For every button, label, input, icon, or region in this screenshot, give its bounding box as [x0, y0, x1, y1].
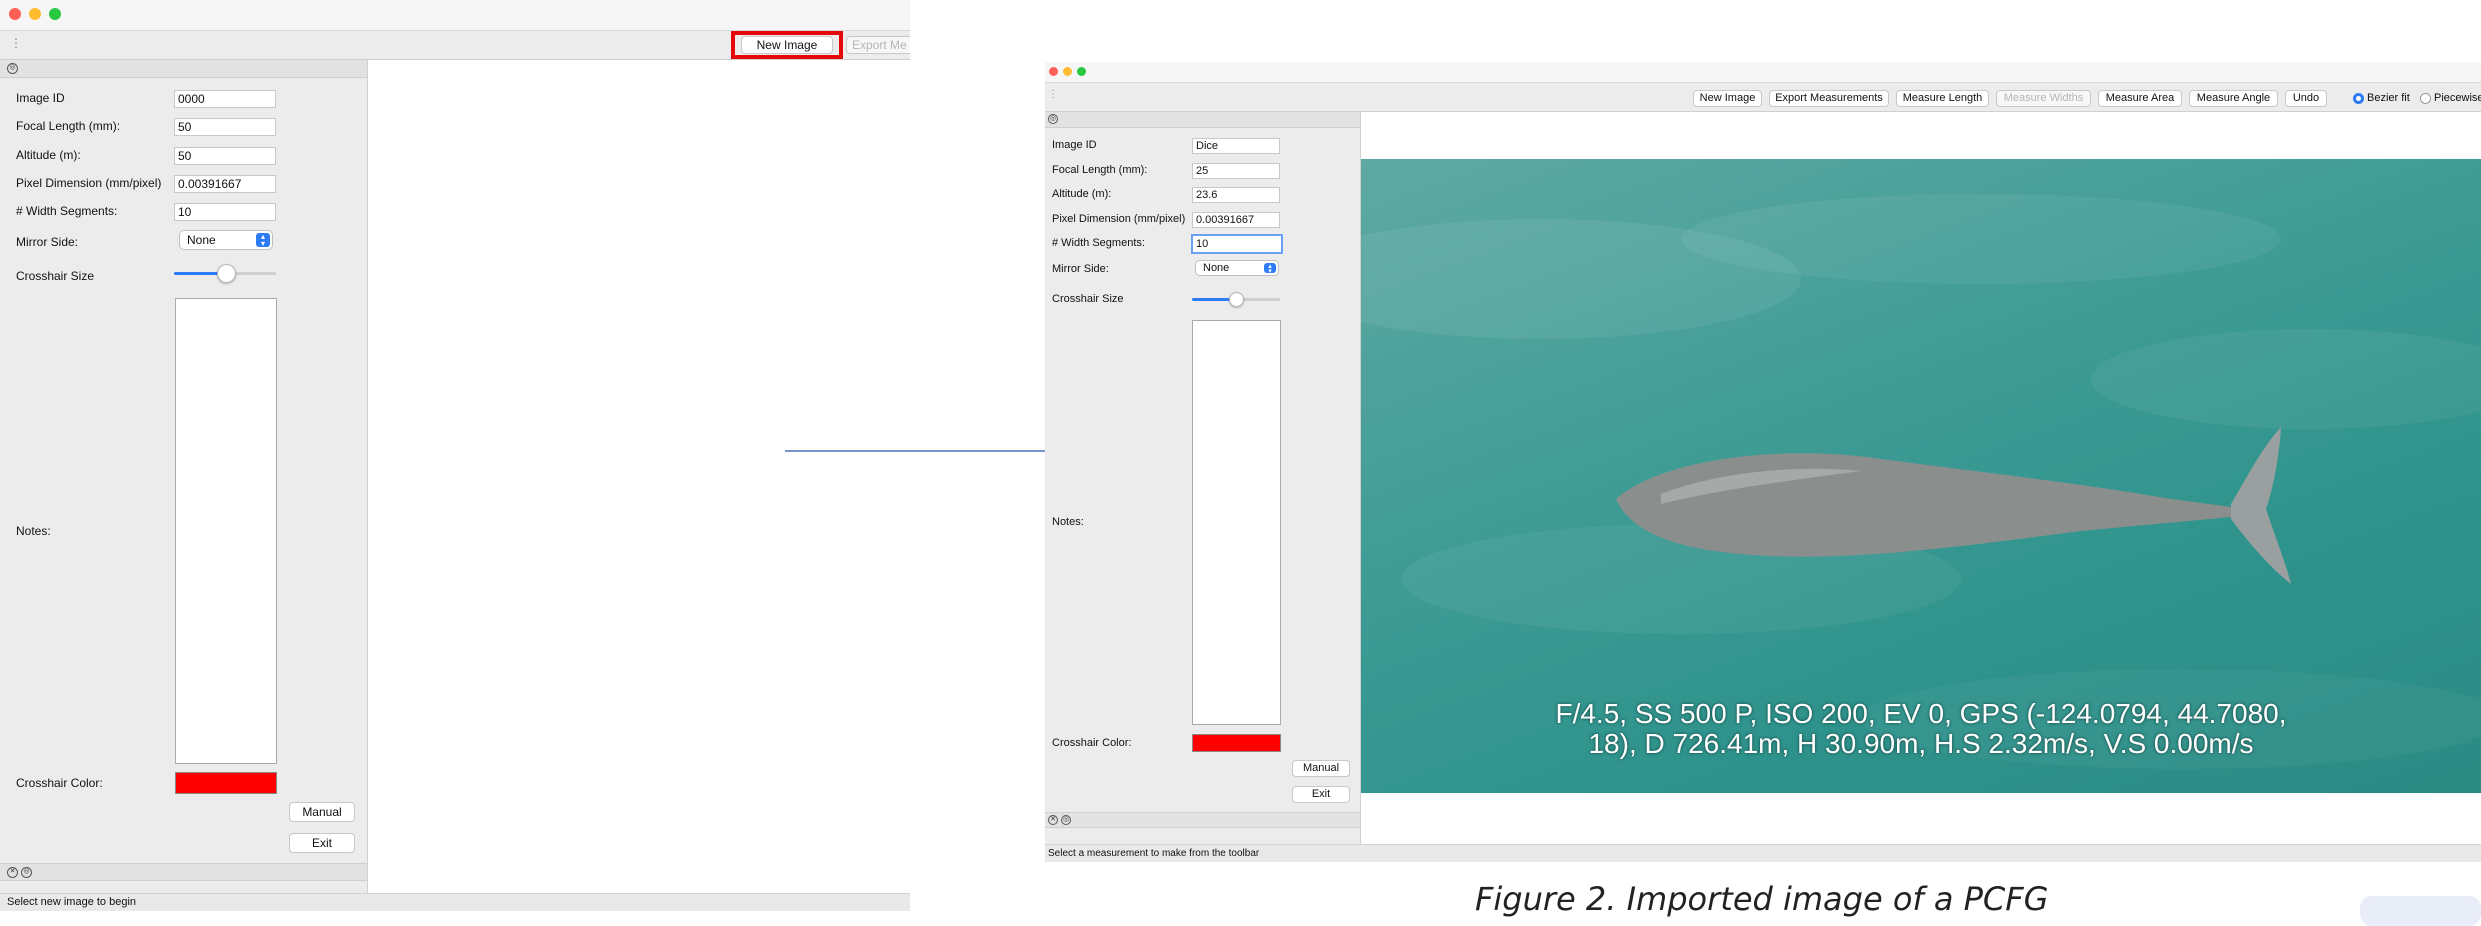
image-id-input[interactable]: Dice — [1192, 138, 1280, 154]
focal-length-input[interactable]: 50 — [174, 118, 276, 136]
width-segments-label: # Width Segments: — [1052, 237, 1145, 249]
altitude-label: Altitude (m): — [1052, 188, 1112, 200]
focal-length-label: Focal Length (mm): — [16, 119, 121, 133]
mirror-side-select[interactable]: None ▴ ▾ — [1195, 260, 1279, 276]
manual-button[interactable]: Manual — [1292, 760, 1350, 777]
image-id-input[interactable]: 0000 — [174, 90, 276, 108]
status-bar: Select a measurement to make from the to… — [1045, 844, 2481, 862]
bezier-fit-label: Bezier fit — [2367, 92, 2410, 104]
toolbar-grip-icon: ⋮ — [10, 36, 22, 50]
mirror-side-value: None — [1203, 262, 1230, 274]
minimize-window-button[interactable] — [29, 8, 41, 20]
status-bar: Select new image to begin — [0, 893, 910, 911]
main-toolbar: ⋮ New Image Export Me — [0, 30, 910, 60]
slider-knob[interactable] — [217, 264, 236, 283]
focal-length-input[interactable]: 25 — [1192, 163, 1280, 179]
crosshair-size-label: Crosshair Size — [1052, 293, 1124, 305]
pixel-dimension-input[interactable]: 0.00391667 — [1192, 212, 1280, 228]
notes-textarea[interactable] — [175, 298, 277, 764]
panel-dock-bar: ◎ — [1045, 112, 1360, 128]
pixel-dimension-label: Pixel Dimension (mm/pixel) — [1052, 213, 1186, 225]
piecewise-label: Piecewise — [2434, 92, 2481, 104]
altitude-input[interactable]: 23.6 — [1192, 187, 1280, 203]
mirror-side-select[interactable]: None ▴ ▾ — [179, 230, 273, 250]
undo-button[interactable]: Undo — [2285, 90, 2327, 107]
zoom-window-button[interactable] — [49, 8, 61, 20]
chevron-updown-icon: ▴ ▾ — [1264, 263, 1276, 275]
measure-angle-button[interactable]: Measure Angle — [2189, 90, 2278, 107]
settings-panel: ◎ Image ID Dice Focal Length (mm): 25 Al… — [1045, 112, 1361, 844]
measure-area-button[interactable]: Measure Area — [2098, 90, 2182, 107]
close-window-button[interactable] — [1049, 67, 1058, 76]
exit-button[interactable]: Exit — [1292, 786, 1350, 803]
exit-button[interactable]: Exit — [289, 833, 355, 853]
crosshair-color-swatch[interactable] — [1192, 734, 1281, 752]
panel-dock-bar: ◎ — [0, 60, 367, 78]
crosshair-color-swatch[interactable] — [175, 772, 277, 794]
main-toolbar: ⋮ New Image Export Measurements Measure … — [1045, 82, 2481, 112]
crosshair-size-slider[interactable] — [174, 264, 276, 283]
panel-bottom-dock-bar: ✕ ◎ — [0, 863, 367, 881]
notes-textarea[interactable] — [1192, 320, 1281, 725]
crosshair-size-label: Crosshair Size — [16, 269, 95, 283]
new-image-button[interactable]: New Image — [1693, 90, 1762, 107]
right-app-window: ⋮ New Image Export Measurements Measure … — [1045, 62, 2481, 862]
notes-label: Notes: — [16, 524, 51, 538]
altitude-label: Altitude (m): — [16, 148, 81, 162]
width-segments-input[interactable]: 10 — [1191, 234, 1283, 254]
width-segments-label: # Width Segments: — [16, 204, 118, 218]
chevron-updown-icon: ▴ ▾ — [256, 233, 270, 248]
camera-metadata-line-2: 18), D 726.41m, H 30.90m, H.S 2.32m/s, V… — [1588, 728, 2254, 759]
measure-widths-button[interactable]: Measure Widths — [1996, 90, 2091, 107]
export-measurements-button[interactable]: Export Me — [846, 36, 910, 54]
close-panel-icon[interactable]: ✕ — [1048, 815, 1058, 825]
zoom-window-button[interactable] — [1077, 67, 1086, 76]
whale-aerial-image[interactable]: F/4.5, SS 500 P, ISO 200, EV 0, GPS (-12… — [1361, 159, 2481, 793]
title-bar — [0, 0, 910, 30]
float-panel-icon[interactable]: ◎ — [1048, 114, 1058, 124]
figure-caption: Figure 2. Imported image of a PCFG — [1475, 880, 2049, 918]
crosshair-size-slider[interactable] — [1192, 292, 1280, 307]
title-bar — [1045, 62, 2481, 82]
new-image-button[interactable]: New Image — [741, 36, 833, 54]
float-panel-icon[interactable]: ◎ — [7, 63, 18, 74]
panel-bottom-dock-bar: ✕ ◎ — [1045, 812, 1360, 828]
mirror-side-label: Mirror Side: — [1052, 263, 1109, 275]
mirror-side-label: Mirror Side: — [16, 235, 79, 249]
slider-knob[interactable] — [1229, 292, 1244, 307]
toolbar-grip-icon: ⋮ — [1048, 89, 1058, 100]
focal-length-label: Focal Length (mm): — [1052, 164, 1148, 176]
manual-button[interactable]: Manual — [289, 802, 355, 822]
image-id-label: Image ID — [16, 91, 65, 105]
bezier-fit-radio[interactable] — [2353, 93, 2364, 104]
left-app-window: ⋮ New Image Export Me ◎ Image ID 0000 Fo… — [0, 0, 910, 911]
width-segments-input[interactable]: 10 — [174, 203, 276, 221]
pixel-dimension-label: Pixel Dimension (mm/pixel) — [16, 176, 162, 190]
export-measurements-button[interactable]: Export Measurements — [1769, 90, 1889, 107]
piecewise-radio[interactable] — [2420, 93, 2431, 104]
float-panel-icon[interactable]: ◎ — [21, 867, 32, 878]
settings-panel: ◎ Image ID 0000 Focal Length (mm): 50 Al… — [0, 60, 368, 893]
mirror-side-value: None — [187, 233, 216, 247]
float-panel-icon[interactable]: ◎ — [1061, 815, 1071, 825]
camera-metadata-line-1: F/4.5, SS 500 P, ISO 200, EV 0, GPS (-12… — [1555, 698, 2287, 729]
image-id-label: Image ID — [1052, 139, 1097, 151]
close-window-button[interactable] — [9, 8, 21, 20]
close-panel-icon[interactable]: ✕ — [7, 867, 18, 878]
minimize-window-button[interactable] — [1063, 67, 1072, 76]
crosshair-color-label: Crosshair Color: — [1052, 737, 1132, 749]
notes-label: Notes: — [1052, 516, 1084, 528]
corner-decoration — [2360, 896, 2481, 926]
crosshair-color-label: Crosshair Color: — [16, 776, 103, 790]
altitude-input[interactable]: 50 — [174, 147, 276, 165]
measure-length-button[interactable]: Measure Length — [1896, 90, 1989, 107]
pixel-dimension-input[interactable]: 0.00391667 — [174, 175, 276, 193]
